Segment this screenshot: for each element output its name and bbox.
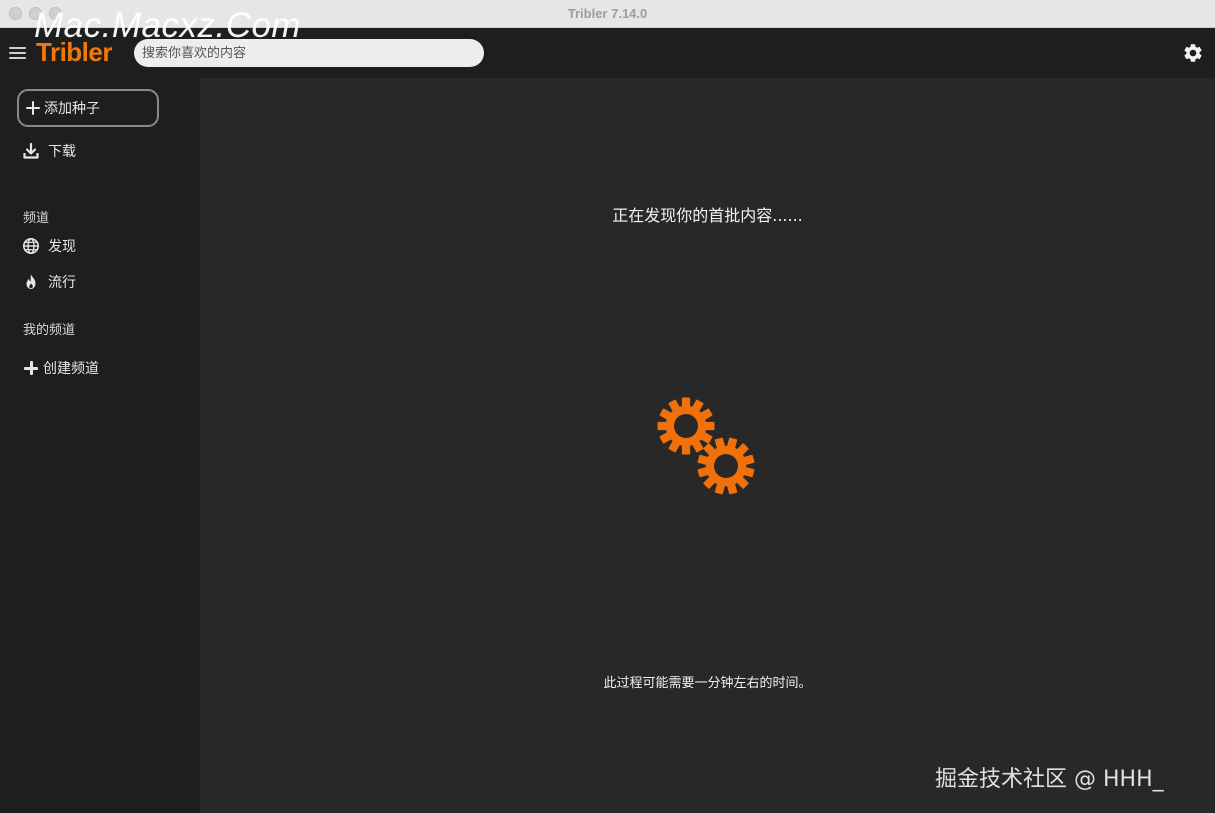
app-header: Tribler Mac.Macxz.Com (0, 6, 1215, 78)
settings-gear-icon[interactable] (1182, 42, 1204, 64)
app-logo: Tribler (36, 37, 112, 67)
popular-label: 流行 (48, 275, 76, 291)
app-window: Tribler 7.14.0 Tribler Mac.Macxz.Com 添加种… (0, 0, 1215, 813)
main-content: 正在发现你的首批内容...... 此过程可能需要一分钟左右的时间。 (200, 78, 1215, 813)
create-channel-button[interactable]: 创建频道 (23, 357, 99, 379)
discovering-message: 正在发现你的首批内容...... (612, 206, 803, 225)
download-icon (22, 142, 40, 160)
window-title: Tribler 7.14.0 (567, 6, 648, 21)
plus-icon (23, 360, 39, 376)
sidebar: 添加种子 下载 频道 发现 流行 我的频道 创建频道 (0, 78, 200, 813)
my-channels-section-heading: 我的频道 (23, 323, 76, 338)
channels-section-heading: 频道 (23, 211, 50, 226)
sidebar-item-discover[interactable]: 发现 (22, 235, 76, 257)
sidebar-item-downloads[interactable]: 下载 (22, 140, 76, 162)
add-torrent-button[interactable]: 添加种子 (17, 89, 159, 127)
sidebar-item-popular[interactable]: 流行 (22, 271, 76, 293)
menu-icon[interactable] (9, 46, 27, 60)
loading-gears-icon (654, 394, 758, 498)
title-bar: Tribler 7.14.0 (0, 0, 1215, 28)
fire-icon (22, 273, 40, 291)
add-torrent-label: 添加种子 (44, 101, 100, 117)
hint-message: 此过程可能需要一分钟左右的时间。 (603, 676, 812, 691)
discover-label: 发现 (48, 239, 76, 255)
create-channel-label: 创建频道 (43, 361, 99, 377)
globe-icon (22, 237, 40, 255)
plus-icon (25, 100, 41, 116)
search-input[interactable] (134, 39, 484, 67)
downloads-label: 下载 (48, 144, 76, 160)
